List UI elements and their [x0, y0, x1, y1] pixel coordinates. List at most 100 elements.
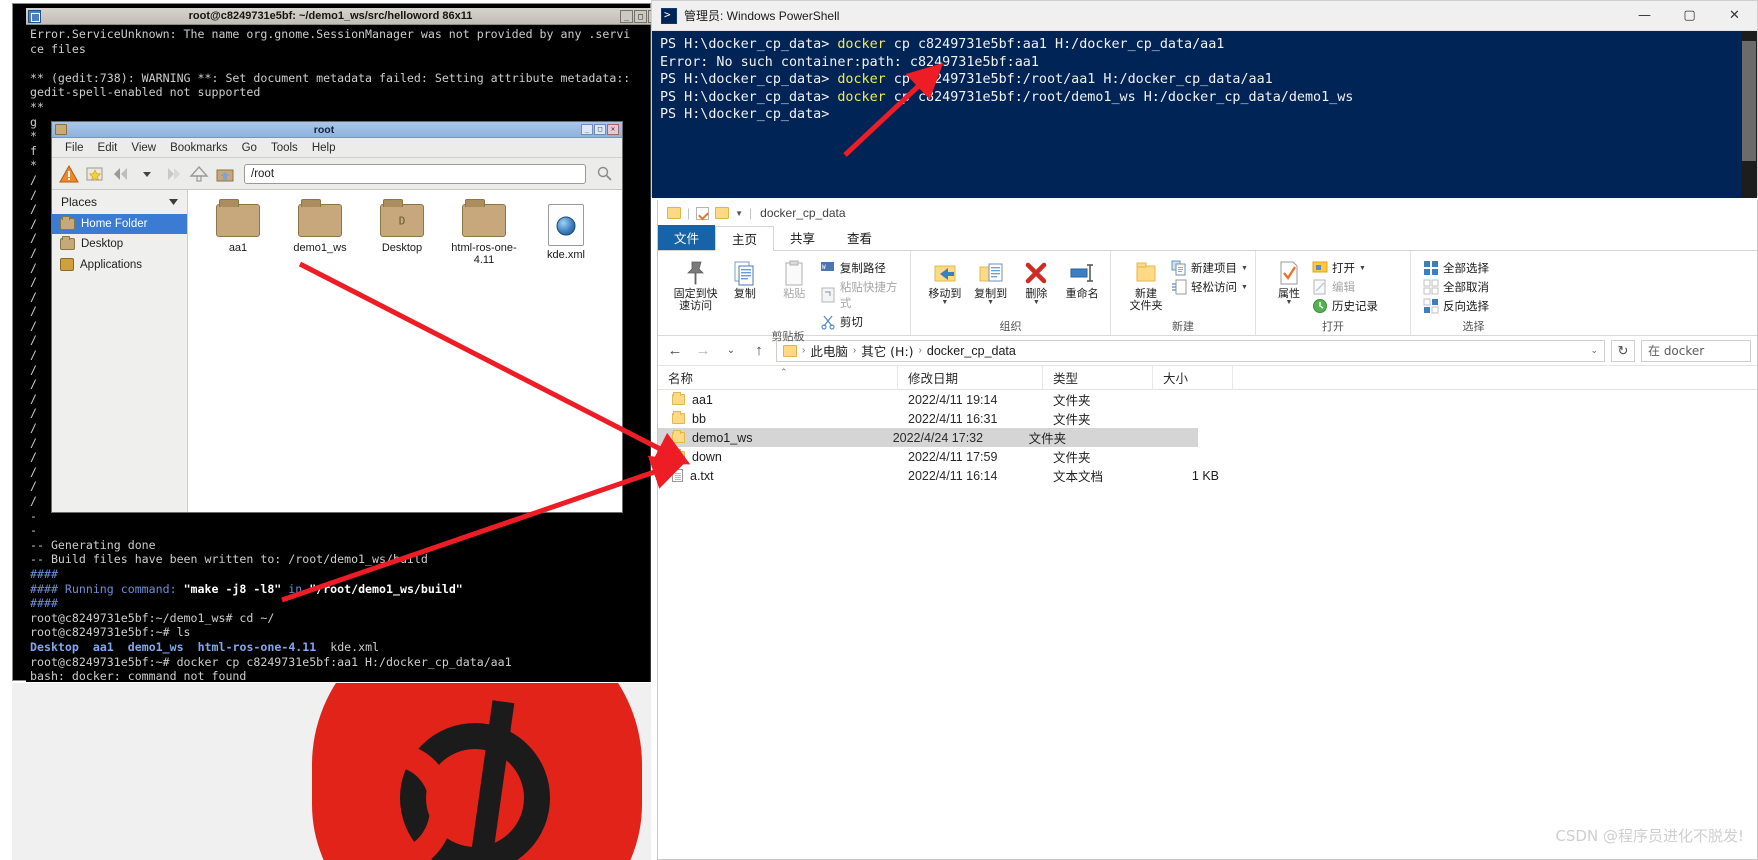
minimize-button[interactable]: _ [581, 124, 593, 135]
properties-qat-icon[interactable] [696, 206, 710, 220]
file-manager-titlebar[interactable]: root _ □ ✕ [52, 122, 622, 138]
tab-file[interactable]: 文件 [658, 225, 716, 250]
file-item-html-ros-one[interactable]: html-ros-one-4.11 [448, 199, 520, 266]
menu-help[interactable]: Help [305, 140, 343, 156]
edit-button[interactable]: 编辑 [1312, 279, 1378, 295]
ribbon-tabs[interactable]: 文件 主页 共享 查看 [658, 225, 1757, 251]
file-manager-window-buttons[interactable]: _ □ ✕ [581, 124, 619, 135]
file-manager-window: root _ □ ✕ File Edit View Bookmarks Go T… [51, 121, 623, 513]
file-item-desktop[interactable]: Desktop [366, 199, 438, 266]
copy-to-button[interactable]: 复制到 ▼ [969, 255, 1013, 306]
close-button[interactable]: ✕ [607, 124, 619, 135]
places-header[interactable]: Places [52, 190, 187, 214]
home-icon[interactable] [214, 163, 236, 185]
close-button[interactable]: ✕ [1712, 1, 1757, 31]
powershell-scrollbar[interactable] [1741, 31, 1757, 198]
warning-icon[interactable] [58, 163, 80, 185]
table-row[interactable]: down 2022/4/11 17:59 文件夹 [658, 447, 1757, 466]
chevron-down-icon[interactable]: ▼ [1359, 265, 1366, 272]
cut-button[interactable]: 剪切 [820, 314, 904, 330]
open-button[interactable]: 打开 ▼ [1312, 260, 1378, 276]
menu-view[interactable]: View [124, 140, 163, 156]
file-manager-menubar[interactable]: File Edit View Bookmarks Go Tools Help [52, 138, 622, 158]
refresh-button[interactable]: ↻ [1611, 339, 1635, 362]
tab-home[interactable]: 主页 [715, 226, 775, 251]
search-toggle-icon[interactable] [594, 163, 616, 185]
properties-button[interactable]: 属性 ▼ [1268, 255, 1310, 306]
maximize-button[interactable]: ▢ [1667, 1, 1712, 31]
gnome-terminal-titlebar[interactable]: root@c8249731e5bf: ~/demo1_ws/src/hellow… [26, 8, 651, 25]
column-header-type[interactable]: 类型 [1043, 365, 1153, 390]
new-item-button[interactable]: 新建项目 ▼ [1171, 260, 1248, 276]
tab-view[interactable]: 查看 [831, 225, 888, 250]
column-header-size[interactable]: 大小 [1153, 365, 1233, 390]
column-header-name[interactable]: 名称 [658, 365, 898, 390]
menu-go[interactable]: Go [235, 140, 264, 156]
powershell-console-output[interactable]: PS H:\docker_cp_data> docker cp c8249731… [652, 31, 1757, 198]
chevron-down-icon[interactable] [136, 163, 158, 185]
sidebar-item-home-folder[interactable]: Home Folder [52, 214, 187, 234]
table-row[interactable]: aa1 2022/4/11 19:14 文件夹 [658, 390, 1757, 409]
paste-shortcut-button[interactable]: 粘贴快捷方式 [820, 279, 904, 311]
chevron-down-icon[interactable]: ▼ [1241, 284, 1248, 291]
gnome-terminal-window-buttons[interactable]: _ □ ✕ [620, 9, 651, 23]
up-icon[interactable] [188, 163, 210, 185]
powershell-window-buttons[interactable]: — ▢ ✕ [1622, 1, 1757, 31]
chevron-down-icon[interactable]: ⌄ [1590, 345, 1598, 356]
path-input[interactable]: /root [244, 163, 586, 184]
powershell-titlebar[interactable]: 管理员: Windows PowerShell — ▢ ✕ [652, 1, 1757, 31]
select-none-button[interactable]: 全部取消 [1423, 279, 1489, 295]
chevron-down-icon[interactable]: ▼ [987, 299, 994, 306]
quick-access-toolbar[interactable]: | ▼ | docker_cp_data [658, 200, 1757, 226]
bookmark-icon[interactable] [84, 163, 106, 185]
breadcrumb-this-pc[interactable]: 此电脑 [810, 341, 848, 360]
menu-tools[interactable]: Tools [264, 140, 305, 156]
chevron-down-icon[interactable]: ▼ [941, 299, 948, 306]
file-item-aa1[interactable]: aa1 [202, 199, 274, 266]
chevron-down-icon[interactable]: ▼ [1033, 299, 1040, 306]
column-header-date[interactable]: 修改日期 [898, 365, 1043, 390]
table-row[interactable]: bb 2022/4/11 16:31 文件夹 [658, 409, 1757, 428]
history-button[interactable]: 历史记录 [1312, 298, 1378, 314]
breadcrumb-drive-h[interactable]: 其它 (H:) [861, 341, 913, 360]
chevron-down-icon[interactable]: ▼ [1241, 265, 1248, 272]
select-all-button[interactable]: 全部选择 [1423, 260, 1489, 276]
paste-button[interactable]: 粘贴 [771, 255, 818, 300]
invert-selection-button[interactable]: 反向选择 [1423, 298, 1489, 314]
breadcrumb-docker-cp-data[interactable]: docker_cp_data [927, 344, 1016, 358]
table-row[interactable]: demo1_ws 2022/4/24 17:32 文件夹 [658, 428, 1198, 447]
delete-button[interactable]: 删除 ▼ [1015, 255, 1059, 306]
copy-button[interactable]: 复制 [721, 255, 768, 300]
search-input[interactable]: 在 docker [1641, 339, 1751, 362]
file-manager-toolbar[interactable]: /root [52, 158, 622, 190]
button-label: 全部选择 [1443, 261, 1489, 275]
sidebar-item-applications[interactable]: Applications [52, 254, 187, 275]
rename-button[interactable]: 重命名 [1060, 255, 1104, 300]
new-folder-button[interactable]: 新建 文件夹 [1123, 255, 1169, 312]
minimize-button[interactable]: _ [620, 9, 633, 23]
maximize-button[interactable]: □ [634, 9, 647, 23]
powershell-scrollbar-thumb[interactable] [1742, 41, 1756, 161]
chevron-down-icon[interactable]: ▼ [1286, 299, 1293, 306]
forward-icon[interactable] [162, 163, 184, 185]
minimize-button[interactable]: — [1622, 1, 1667, 31]
maximize-button[interactable]: □ [594, 124, 606, 135]
copy-path-button[interactable]: W 复制路径 [820, 260, 904, 276]
move-to-button[interactable]: 移动到 ▼ [923, 255, 967, 306]
file-item-kde-xml[interactable]: kde.xml [530, 204, 602, 266]
file-manager-icon-view[interactable]: aa1 demo1_ws Desktop [188, 190, 622, 512]
new-folder-qat-icon[interactable] [715, 207, 730, 219]
chevron-down-icon[interactable]: ▼ [735, 209, 743, 218]
chevron-down-icon[interactable] [168, 195, 179, 209]
menu-bookmarks[interactable]: Bookmarks [163, 140, 235, 156]
back-icon[interactable] [110, 163, 132, 185]
folder-icon [672, 411, 685, 424]
easy-access-button[interactable]: 轻松访问 ▼ [1171, 279, 1248, 295]
file-item-demo1-ws[interactable]: demo1_ws [284, 199, 356, 266]
menu-file[interactable]: File [58, 140, 91, 156]
pin-to-quick-access-button[interactable]: 固定到快 速访问 [672, 255, 719, 312]
tab-share[interactable]: 共享 [774, 225, 831, 250]
menu-edit[interactable]: Edit [91, 140, 125, 156]
table-row[interactable]: a.txt 2022/4/11 16:14 文本文档 1 KB [658, 466, 1757, 485]
sidebar-item-desktop[interactable]: Desktop [52, 234, 187, 254]
